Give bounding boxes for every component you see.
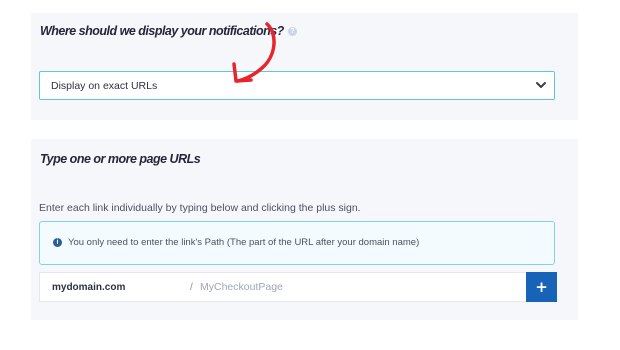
info-box: i You only need to enter the link's Path… <box>39 221 555 265</box>
chevron-down-icon <box>536 82 546 88</box>
domain-label: mydomain.com <box>52 282 126 293</box>
display-location-select-value: Display on exact URLs <box>51 80 158 92</box>
curved-arrow-annotation <box>232 22 276 83</box>
add-url-button[interactable]: + <box>526 272 557 302</box>
info-circle-icon: i <box>53 238 62 247</box>
display-location-select[interactable]: Display on exact URLs <box>39 71 555 100</box>
path-separator: / <box>190 282 193 293</box>
url-input-row: mydomain.com / + <box>39 272 557 302</box>
url-path-input[interactable] <box>200 276 500 298</box>
display-location-card: Where should we display your notificatio… <box>31 13 578 120</box>
page-urls-title: Type one or more page URLs <box>40 152 201 166</box>
info-text: You only need to enter the link's Path (… <box>68 237 420 248</box>
page-urls-description: Enter each link individually by typing b… <box>39 202 361 214</box>
page-urls-card: Type one or more page URLs Enter each li… <box>31 139 578 320</box>
